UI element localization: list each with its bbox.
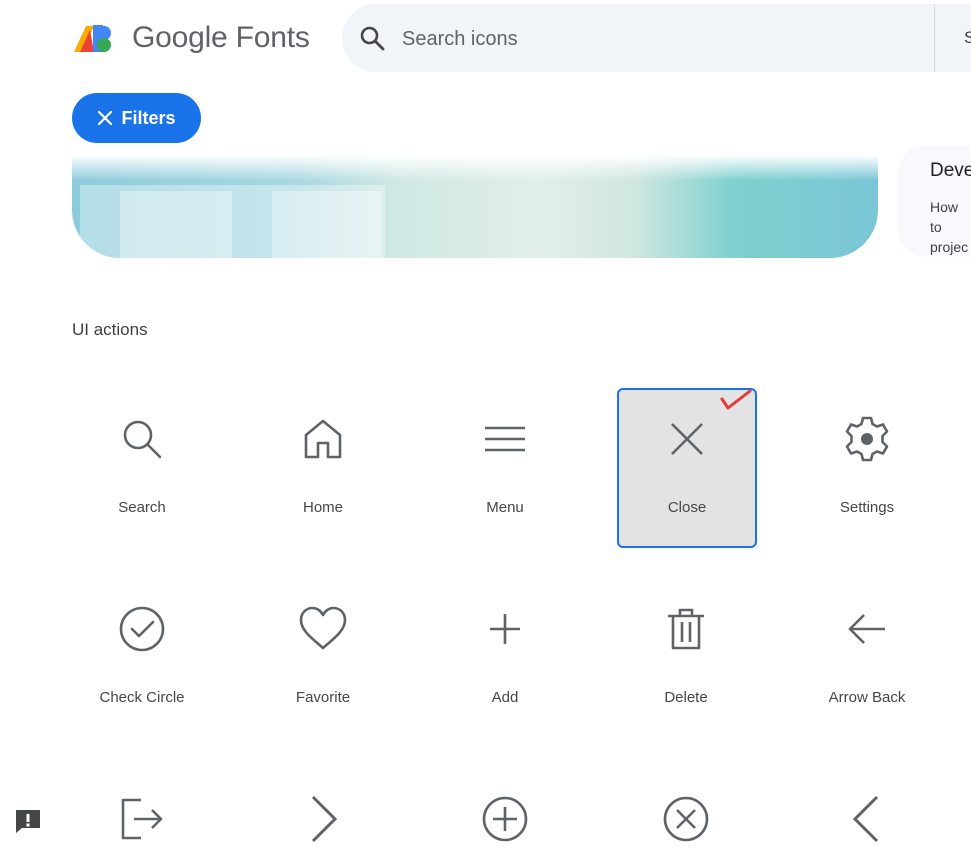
search-input[interactable]: [400, 22, 924, 56]
search-bar[interactable]: S: [342, 4, 971, 72]
close-icon: [98, 110, 113, 126]
icon-tile-add-circle[interactable]: [436, 769, 574, 847]
icon-tile-menu[interactable]: Menu: [436, 389, 574, 547]
favorite-icon: [299, 606, 347, 650]
search-icon: [360, 26, 385, 51]
icon-label: Favorite: [295, 689, 351, 706]
promo-card-description: How to projec: [930, 199, 969, 255]
icon-label: Close: [667, 499, 707, 516]
add-icon: [490, 614, 520, 644]
check-circle-icon: [119, 606, 165, 652]
google-fonts-logo-icon[interactable]: [74, 22, 114, 54]
chevron-left-icon: [852, 795, 879, 843]
icon-label: Arrow Back: [828, 689, 906, 706]
close-icon: [671, 423, 703, 455]
featured-banner[interactable]: [72, 155, 878, 258]
icon-tile-chevron-right[interactable]: [254, 769, 392, 847]
icon-label: Menu: [486, 499, 524, 516]
icon-tile-favorite[interactable]: Favorite: [254, 579, 392, 737]
icon-tile-logout[interactable]: [73, 769, 211, 847]
search-suffix-text[interactable]: S: [964, 28, 971, 48]
logout-icon: [121, 798, 163, 840]
filters-button[interactable]: Filters: [72, 93, 201, 143]
icon-label: Check Circle: [99, 689, 185, 706]
add-circle-icon: [482, 796, 528, 842]
promo-card-title: Deve: [930, 160, 971, 181]
icon-label: Add: [491, 689, 519, 706]
icon-tile-delete[interactable]: Delete: [617, 579, 755, 737]
search-icon: [123, 420, 162, 459]
search-divider: [934, 4, 935, 72]
icon-tile-arrow-back[interactable]: Arrow Back: [798, 579, 936, 737]
filters-label: Filters: [121, 107, 176, 128]
section-title: UI actions: [72, 320, 148, 339]
brand-name[interactable]: Google Fonts: [132, 21, 310, 55]
feedback-icon[interactable]: [14, 808, 42, 834]
icon-tile-cancel[interactable]: [617, 769, 755, 847]
arrow-back-icon: [848, 614, 885, 644]
delete-icon: [668, 608, 704, 650]
icon-label: Settings: [839, 499, 895, 516]
icon-tile-chevron-left[interactable]: [798, 769, 936, 847]
annotation-check-icon: [720, 389, 752, 410]
icon-tile-home[interactable]: Home: [254, 389, 392, 547]
chevron-right-icon: [311, 795, 338, 843]
icon-tile-search[interactable]: Search: [73, 389, 211, 547]
icon-label: Home: [302, 499, 343, 516]
icon-tile-check-circle[interactable]: Check Circle: [73, 579, 211, 737]
icon-label: Search: [118, 499, 166, 516]
icon-tile-add[interactable]: Add: [436, 579, 574, 737]
menu-icon: [485, 426, 525, 452]
icon-label: Delete: [664, 689, 708, 706]
cancel-icon: [663, 796, 709, 842]
icon-tile-settings[interactable]: Settings: [798, 389, 936, 547]
settings-icon: [845, 416, 889, 462]
home-icon: [304, 419, 342, 459]
